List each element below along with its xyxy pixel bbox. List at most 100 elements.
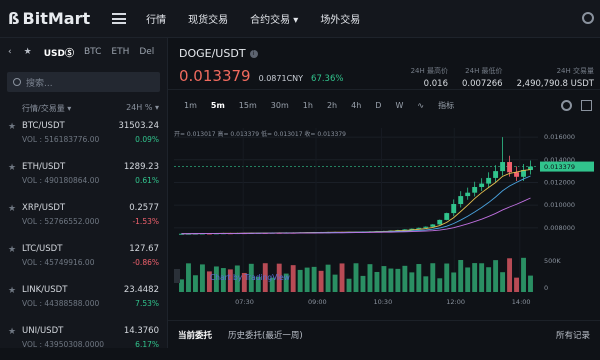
volume-bar bbox=[199, 264, 205, 292]
tab-btc[interactable]: BTC bbox=[84, 47, 101, 57]
favorite-star-icon[interactable]: ★ bbox=[8, 245, 16, 255]
stat-24h-volume: 24H 交易量 2,490,790.8 USDT bbox=[516, 67, 594, 89]
candle-body bbox=[423, 226, 429, 228]
tab-defi[interactable]: Del bbox=[139, 47, 154, 57]
pair-volume: VOL : 52766552.000 bbox=[22, 217, 100, 226]
menu-icon[interactable] bbox=[112, 13, 127, 24]
sort-by-pair-volume[interactable]: 行情/交易量 ▾ bbox=[22, 103, 71, 114]
favorite-star-icon[interactable]: ★ bbox=[8, 122, 16, 132]
tab-eth[interactable]: ETH bbox=[111, 47, 129, 57]
chart-settings-icon[interactable] bbox=[561, 100, 572, 111]
interval-week[interactable]: W bbox=[395, 101, 403, 110]
y-tick-label: 0.016000 bbox=[544, 133, 575, 141]
ticker-stats: 24H 最高价 0.016 24H 最低价 0.007266 24H 交易量 2,49… bbox=[411, 66, 594, 89]
candle-body bbox=[514, 172, 519, 177]
nav-spot-trading[interactable]: 现货交易 bbox=[188, 11, 228, 26]
nav-otc-trading[interactable]: 场外交易 bbox=[320, 11, 360, 26]
volume-bar bbox=[500, 272, 506, 292]
favorite-star-icon[interactable]: ★ bbox=[8, 327, 16, 337]
pair-name: BTC/USDT bbox=[22, 121, 65, 131]
favorite-star-icon[interactable]: ★ bbox=[8, 204, 16, 214]
volume-bar bbox=[521, 257, 526, 292]
volume-bar bbox=[507, 258, 513, 292]
candle-body bbox=[437, 219, 443, 225]
candle-body bbox=[486, 177, 492, 184]
volume-bar bbox=[409, 272, 415, 292]
interval-2h[interactable]: 2h bbox=[327, 101, 337, 110]
interval-15m[interactable]: 15m bbox=[239, 101, 257, 110]
favorite-star-icon[interactable]: ★ bbox=[8, 286, 16, 296]
volume-tick-label: 0 bbox=[544, 284, 548, 292]
x-tick-label: 07:30 bbox=[235, 298, 254, 306]
pair-volume: VOL : 45749916.00 bbox=[22, 258, 95, 267]
pair-change: 0.09% bbox=[135, 135, 159, 144]
pair-row-eth[interactable]: ★ ETH/USDT 1289.23 VOL : 490180864.00 0.61… bbox=[0, 155, 167, 196]
theme-toggle-icon[interactable] bbox=[582, 12, 594, 24]
market-sidebar: ‹ ★ USDⓈ BTC ETH Del 搜索... 行情/交易量 ▾ 24H … bbox=[0, 38, 168, 349]
price-chart[interactable]: 开= 0.013017 高= 0.013379 低= 0.013017 收= 0… bbox=[168, 120, 600, 308]
indicators-button[interactable]: 指标 bbox=[438, 100, 454, 111]
chevron-left-icon[interactable]: ‹ bbox=[8, 47, 12, 57]
line-chart-icon[interactable]: ∿ bbox=[417, 101, 424, 110]
candle-body bbox=[493, 171, 499, 178]
pair-change: 7.53% bbox=[135, 299, 159, 308]
volume-bar bbox=[514, 277, 519, 292]
info-icon[interactable]: i bbox=[249, 49, 258, 58]
interval-5m[interactable]: 5m bbox=[211, 101, 225, 110]
pair-price: 31503.24 bbox=[118, 121, 159, 131]
interval-30m[interactable]: 30m bbox=[271, 101, 289, 110]
pair-row-btc[interactable]: ★ BTC/USDT 31503.24 VOL : 516183776.00 0.0… bbox=[0, 114, 167, 155]
brand-name: BitMart bbox=[22, 9, 91, 28]
pair-name: LINK/USDT bbox=[22, 285, 68, 295]
interval-1h[interactable]: 1h bbox=[303, 101, 313, 110]
ticker-header: DOGE/USDT i 0.013379 0.0871CNY 67.36% 24H… bbox=[168, 38, 600, 90]
pair-price: 23.4482 bbox=[123, 285, 159, 295]
pair-volume: VOL : 490180864.00 bbox=[22, 176, 100, 185]
tab-open-orders[interactable]: 当前委托 bbox=[178, 329, 212, 341]
tab-order-history[interactable]: 历史委托(最近一周) bbox=[228, 329, 303, 341]
current-price-label: 0.013379 bbox=[544, 163, 575, 171]
volume-bar bbox=[318, 270, 324, 292]
search-input[interactable]: 搜索... bbox=[7, 72, 160, 92]
y-tick-label: 0.012000 bbox=[544, 178, 575, 186]
pair-list: ★ BTC/USDT 31503.24 VOL : 516183776.00 0.0… bbox=[0, 114, 167, 360]
pair-volume: VOL : 516183776.00 bbox=[22, 135, 100, 144]
pair-row-link[interactable]: ★ LINK/USDT 23.4482 VOL : 44388588.000 7.5… bbox=[0, 278, 167, 319]
watermark-text: Chart by TradingView bbox=[210, 273, 290, 282]
pair-change: -1.53% bbox=[132, 217, 159, 226]
sort-by-change[interactable]: 24H % ▾ bbox=[126, 103, 159, 114]
volume-tick-label: 500K bbox=[544, 257, 561, 265]
collapse-handle[interactable] bbox=[174, 269, 180, 283]
chart-canvas[interactable]: 开= 0.013017 高= 0.013379 低= 0.013017 收= 0… bbox=[168, 120, 600, 308]
fullscreen-icon[interactable] bbox=[581, 100, 592, 111]
x-tick-label: 09:00 bbox=[308, 298, 327, 306]
pair-price: 127.67 bbox=[129, 244, 159, 254]
volume-bar bbox=[332, 274, 338, 292]
volume-bar bbox=[437, 278, 443, 292]
pair-change: 0.61% bbox=[135, 176, 159, 185]
favorite-star-icon[interactable]: ★ bbox=[8, 163, 16, 173]
candle-body bbox=[479, 183, 485, 187]
volume-bar bbox=[395, 268, 401, 292]
pair-name: ETH/USDT bbox=[22, 162, 66, 172]
stat-24h-high: 24H 最高价 0.016 bbox=[410, 67, 448, 89]
pair-row-uni[interactable]: ★ UNI/USDT 14.3760 VOL : 43950308.0000 6.1… bbox=[0, 319, 167, 360]
nav-futures-trading[interactable]: 合约交易 ▾ bbox=[250, 11, 298, 26]
interval-4h[interactable]: 4h bbox=[351, 101, 361, 110]
pair-row-xrp[interactable]: ★ XRP/USDT 0.2577 VOL : 52766552.000 -1.53… bbox=[0, 196, 167, 237]
all-records-link[interactable]: 所有记录 bbox=[556, 329, 590, 341]
interval-1m[interactable]: 1m bbox=[184, 101, 197, 110]
candle-body bbox=[458, 196, 464, 205]
pair-row-ltc[interactable]: ★ LTC/USDT 127.67 VOL : 45749916.00 -0.86% bbox=[0, 237, 167, 278]
nav-market[interactable]: 行情 bbox=[146, 11, 166, 26]
pair-name: UNI/USDT bbox=[22, 326, 64, 336]
volume-bar bbox=[374, 271, 380, 292]
volume-bar bbox=[311, 266, 317, 292]
bitmart-logo[interactable]: ß BitMart bbox=[8, 9, 90, 28]
volume-bar bbox=[528, 275, 533, 292]
price-cny: 0.0871CNY bbox=[258, 74, 304, 83]
tab-usd[interactable]: USDⓈ bbox=[44, 46, 74, 59]
volume-bar bbox=[472, 263, 478, 292]
favorites-star-icon[interactable]: ★ bbox=[24, 47, 32, 57]
interval-day[interactable]: D bbox=[375, 101, 381, 110]
